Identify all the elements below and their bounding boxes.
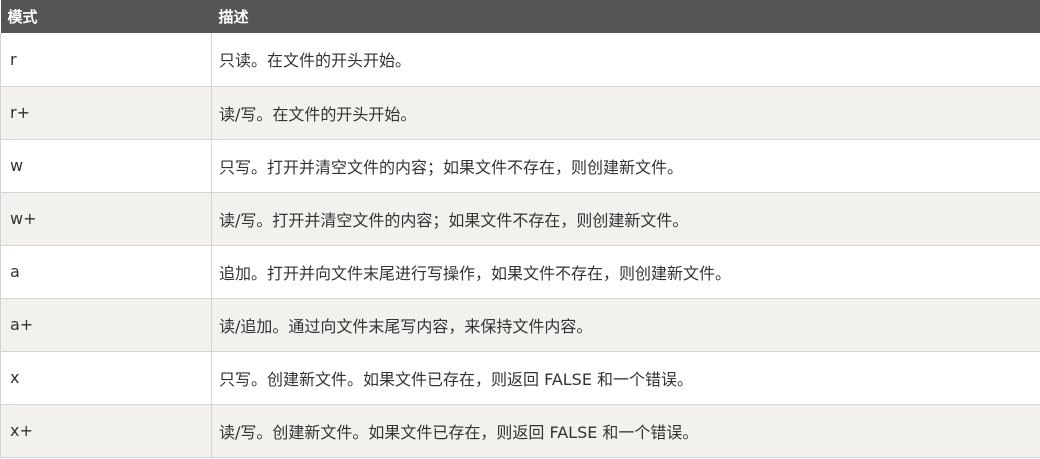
table-row: x+ 读/写。创建新文件。如果文件已存在，则返回 FALSE 和一个错误。	[0, 404, 1040, 457]
table-row: x 只写。创建新文件。如果文件已存在，则返回 FALSE 和一个错误。	[0, 351, 1040, 404]
description-cell: 只写。创建新文件。如果文件已存在，则返回 FALSE 和一个错误。	[219, 369, 694, 389]
description-cell: 只读。在文件的开头开始。	[219, 51, 412, 71]
table-row: a+ 读/追加。通过向文件末尾写内容，来保持文件内容。	[0, 298, 1040, 351]
mode-cell: w+	[0, 192, 212, 245]
description-cell: 读/写。创建新文件。如果文件已存在，则返回 FALSE 和一个错误。	[219, 422, 699, 442]
mode-cell: r+	[0, 86, 212, 139]
mode-cell: x	[0, 351, 212, 404]
mode-cell: a	[0, 245, 212, 298]
table-row: w 只写。打开并清空文件的内容；如果文件不存在，则创建新文件。	[0, 139, 1040, 192]
header-description: 描述	[218, 8, 249, 26]
header-mode: 模式	[7, 8, 38, 26]
description-cell: 只写。打开并清空文件的内容；如果文件不存在，则创建新文件。	[219, 157, 684, 177]
file-mode-table: 模式 描述 r 只读。在文件的开头开始。 r+ 读/写。在文件的开头开始。 w …	[0, 0, 1040, 458]
mode-cell: r	[0, 33, 212, 86]
mode-cell: a+	[0, 298, 212, 351]
table-row: a 追加。打开并向文件末尾进行写操作，如果文件不存在，则创建新文件。	[0, 245, 1040, 298]
description-cell: 读/写。打开并清空文件的内容；如果文件不存在，则创建新文件。	[219, 210, 689, 230]
table-header-row: 模式 描述	[0, 0, 1040, 33]
description-cell: 读/写。在文件的开头开始。	[219, 104, 417, 124]
table-row: r+ 读/写。在文件的开头开始。	[0, 86, 1040, 139]
mode-cell: x+	[0, 404, 212, 457]
description-cell: 读/追加。通过向文件末尾写内容，来保持文件内容。	[219, 316, 593, 336]
description-cell: 追加。打开并向文件末尾进行写操作，如果文件不存在，则创建新文件。	[219, 263, 732, 283]
table-row: w+ 读/写。打开并清空文件的内容；如果文件不存在，则创建新文件。	[0, 192, 1040, 245]
mode-cell: w	[0, 139, 212, 192]
table-row: r 只读。在文件的开头开始。	[0, 33, 1040, 86]
